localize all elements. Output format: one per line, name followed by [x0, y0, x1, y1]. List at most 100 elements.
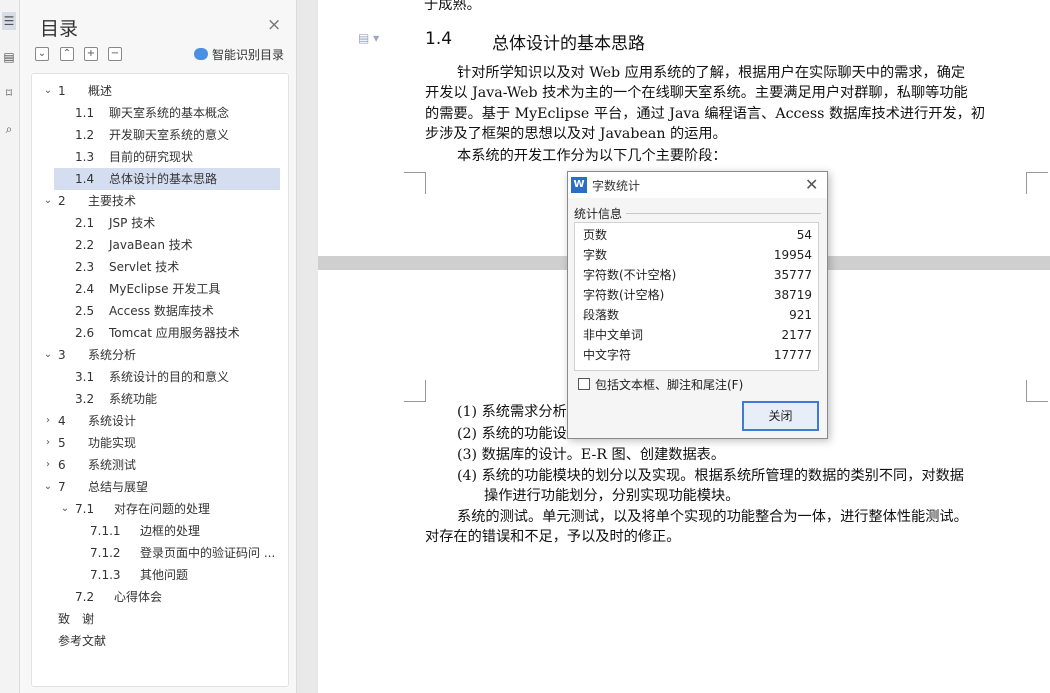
dialog-titlebar[interactable]: W 字数统计 ✕ [568, 172, 827, 198]
add-icon[interactable]: + [84, 47, 98, 61]
toc-item[interactable]: › 6 系统测试 [32, 454, 288, 476]
toc-item-label: 致 谢 [58, 612, 95, 626]
stat-row: 段落数 921 [575, 305, 818, 325]
toc-item[interactable]: ⌄ 1 概述 [32, 80, 288, 102]
chevron-right-icon[interactable]: › [43, 410, 53, 432]
toc-item-number: 1.1 [75, 106, 95, 120]
close-icon[interactable]: × [267, 17, 281, 34]
toc-item[interactable]: 2.3 Servlet 技术 [32, 256, 288, 278]
toc-item-label: Tomcat 应用服务器技术 [109, 326, 240, 340]
stat-value: 17777 [773, 348, 812, 362]
toc-item[interactable]: 7.2 心得体会 [32, 586, 288, 608]
toc-item[interactable]: 参考文献 [32, 630, 288, 652]
chevron-down-icon[interactable]: ⌄ [43, 190, 53, 212]
stat-label: 字符数(不计空格) [583, 268, 677, 282]
margin-mark [404, 380, 426, 402]
toc-item[interactable]: 2.5 Access 数据库技术 [32, 300, 288, 322]
bookmark-icon[interactable]: ⌑ [2, 84, 16, 102]
toc-item-label: 聊天室系统的基本概念 [109, 106, 230, 120]
stat-row: 中文字符 17777 [575, 345, 818, 365]
toc-item-number: 3.1 [75, 370, 95, 384]
collapse-all-icon[interactable]: ⌄ [35, 47, 49, 61]
chevron-down-icon[interactable]: ⌄ [43, 476, 53, 498]
expand-all-icon[interactable]: ⌃ [60, 47, 74, 61]
toc-item[interactable]: 2.1 JSP 技术 [32, 212, 288, 234]
stat-label: 字数 [583, 248, 608, 262]
toc-item[interactable]: 2.4 MyEclipse 开发工具 [32, 278, 288, 300]
chevron-down-icon[interactable]: ⌄ [60, 498, 70, 520]
toc-item[interactable]: › 4 系统设计 [32, 410, 288, 432]
toc-item[interactable]: 7.1.3 其他问题 [32, 564, 288, 586]
list-line: (2) 系统的功能设 [457, 426, 567, 442]
toc-item[interactable]: 2.6 Tomcat 应用服务器技术 [32, 322, 288, 344]
toc-item-label: 其他问题 [140, 568, 189, 582]
toc-item[interactable]: 2.2 JavaBean 技术 [32, 234, 288, 256]
toc-item-number: 4 [58, 414, 66, 428]
toc-panel: 目录 × ⌄ ⌃ + − 智能识别目录 ⌄ 1 概述 1.1 聊天室系统的基本概念 1.2… [20, 0, 297, 693]
toc-item-number: 2.5 [75, 304, 95, 318]
toc-item-number: 7 [58, 480, 66, 494]
stat-value: 19954 [773, 248, 812, 262]
heading-text: 总体设计的基本思路 [492, 34, 645, 54]
stat-row: 非中文单词 2177 [575, 325, 818, 345]
toc-item[interactable]: ⌄ 2 主要技术 [32, 190, 288, 212]
search-icon[interactable]: ⌕ [2, 120, 16, 138]
paragraph-line: 本系统的开发工作分为以下几个主要阶段： [457, 148, 727, 164]
toc-item[interactable]: 1.1 聊天室系统的基本概念 [32, 102, 288, 124]
toc-item-label: 总结与展望 [88, 480, 149, 494]
chevron-down-icon[interactable]: ⌄ [43, 80, 53, 102]
toc-item[interactable]: 1.4 总体设计的基本思路 [54, 168, 280, 190]
include-textbox-checkbox[interactable] [578, 378, 590, 390]
toc-item-label: 功能实现 [88, 436, 137, 450]
toc-item-number: 1.2 [75, 128, 95, 142]
toc-item[interactable]: 致 谢 [32, 608, 288, 630]
stat-value: 38719 [773, 288, 812, 302]
toc-item-number: 2 [58, 194, 66, 208]
toc-item-label: 边框的处理 [140, 524, 201, 538]
toc-item-label: 系统功能 [109, 392, 158, 406]
close-button[interactable]: 关闭 [742, 401, 819, 431]
toc-item[interactable]: 1.3 目前的研究现状 [32, 146, 288, 168]
list-line: (4) 系统的功能模块的划分以及实现。根据系统所管理的数据的类别不同，对数据 [457, 468, 964, 484]
stat-label: 段落数 [583, 308, 620, 322]
group-label: 统计信息 [574, 207, 623, 221]
toc-item-number: 1 [58, 84, 66, 98]
toc-item-label: 总体设计的基本思路 [109, 172, 218, 186]
toc-item-label: 主要技术 [88, 194, 137, 208]
toc-item-number: 2.3 [75, 260, 95, 274]
toc-item-number: 7.1.3 [90, 568, 121, 582]
toc-item[interactable]: 3.1 系统设计的目的和意义 [32, 366, 288, 388]
toc-item-label: 登录页面中的验证码问 ... [140, 546, 276, 560]
paragraph-line: 的需要。基于 MyEclipse 平台，通过 Java 编程语言、Access … [425, 106, 986, 122]
toc-item-label: JavaBean 技术 [109, 238, 193, 252]
dialog-title: 字数统计 [592, 179, 641, 193]
toc-item[interactable]: › 5 功能实现 [32, 432, 288, 454]
left-rail: ☰ ▤ ⌑ ⌕ [0, 0, 20, 693]
list-line: (3) 数据库的设计。E-R 图、创建数据表。 [457, 447, 726, 463]
toc-item[interactable]: 3.2 系统功能 [32, 388, 288, 410]
chevron-right-icon[interactable]: › [43, 432, 53, 454]
toc-item-label: 心得体会 [114, 590, 163, 604]
margin-mark [1026, 172, 1048, 194]
toc-item[interactable]: 7.1.1 边框的处理 [32, 520, 288, 542]
chevron-down-icon[interactable]: ⌄ [43, 344, 53, 366]
toc-item[interactable]: ⌄ 7.1 对存在问题的处理 [32, 498, 288, 520]
stat-row: 字符数(不计空格) 35777 [575, 265, 818, 285]
toc-item-label: 参考文献 [58, 634, 107, 648]
toc-item-number: 7.1.1 [90, 524, 121, 538]
remove-icon[interactable]: − [108, 47, 122, 61]
toc-item[interactable]: 1.2 开发聊天室系统的意义 [32, 124, 288, 146]
toc-item[interactable]: ⌄ 3 系统分析 [32, 344, 288, 366]
toc-item[interactable]: ⌄ 7 总结与展望 [32, 476, 288, 498]
toc-item-label: 对存在问题的处理 [114, 502, 211, 516]
word-count-dialog: W 字数统计 ✕ 统计信息 页数 54 字数 19954 字符数(不计空格) 35777 字… [567, 171, 828, 439]
list-icon[interactable]: ☰ [2, 12, 16, 30]
paragraph-style-icon[interactable]: ▤ ▾ [358, 31, 379, 45]
page-icon[interactable]: ▤ [2, 48, 16, 66]
smart-toc-button[interactable]: 智能识别目录 [194, 46, 284, 63]
checkbox-label: 包括文本框、脚注和尾注(F) [595, 378, 744, 392]
close-icon[interactable]: ✕ [805, 175, 818, 194]
chevron-right-icon[interactable]: › [43, 454, 53, 476]
toc-item[interactable]: 7.1.2 登录页面中的验证码问 ... [32, 542, 288, 564]
stat-label: 字符数(计空格) [583, 288, 665, 302]
